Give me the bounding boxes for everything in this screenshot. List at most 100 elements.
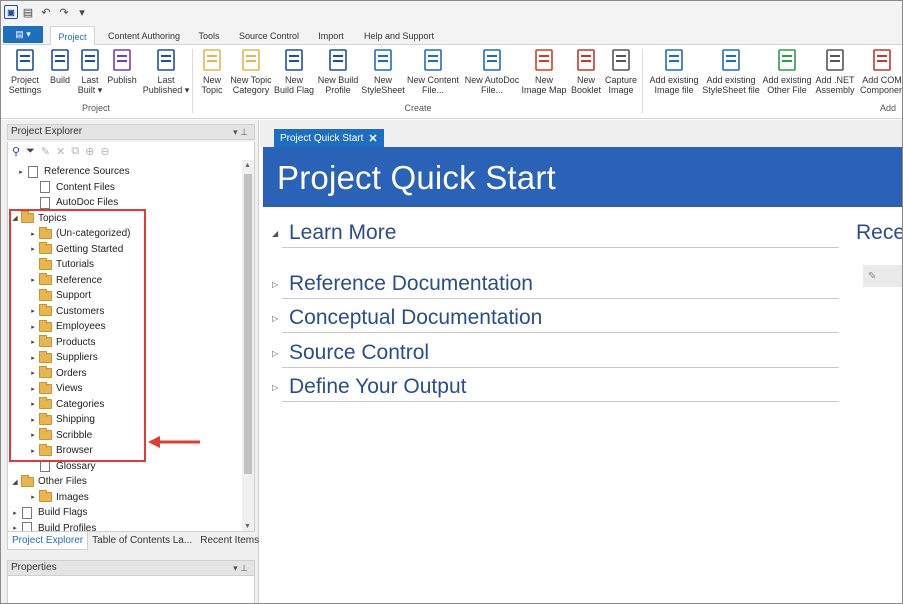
content-files-icon-shape [40,181,50,193]
tree-item[interactable]: ▸ Build Flags [10,505,87,520]
publish-button[interactable]: Publish [105,47,139,85]
add-stylesheet-file-button[interactable]: Add existing StyleSheet file [701,47,761,95]
ribbon-button-label: New Topic Category [230,75,272,95]
section-define-your-output[interactable]: ▷ Define Your Output [272,375,466,399]
add-image-file-button[interactable]: Add existing Image file [647,47,701,95]
edit-icon[interactable]: ✎ [41,145,50,158]
expand-arrow-icon[interactable]: ▸ [16,168,26,176]
tree-item[interactable]: Content Files [28,180,115,195]
expand-triangle-icon[interactable]: ▷ [272,349,289,358]
delete-icon[interactable]: ✕ [56,145,65,158]
expand-triangle-icon[interactable]: ▷ [272,280,289,289]
section-reference-documentation[interactable]: ▷ Reference Documentation [272,272,533,296]
save-icon[interactable]: ▤ [20,4,36,20]
quick-access-toolbar: ▣ ▤ ↶ ↷ ▾ [1,1,902,23]
tab-project[interactable]: Project [50,26,95,46]
expand-arrow-icon[interactable]: ▸ [28,493,38,501]
left-panel: Project Explorer ▾ ⊥ ⚲ ⏷ ✎ ✕ ⧉ ⊕ ⊖ ▸ Refe… [1,120,259,603]
expand-triangle-icon[interactable]: ▷ [272,314,289,323]
new-topic-category-button[interactable]: New Topic Category [227,47,275,95]
redo-icon[interactable]: ↷ [56,4,72,20]
new-build-flag-icon [282,47,306,73]
expand-triangle-icon[interactable]: ▷ [272,383,289,392]
move-up-icon[interactable]: ⊕ [85,145,94,158]
scroll-down-icon[interactable]: ▼ [244,523,251,530]
expand-arrow-icon[interactable]: ▸ [10,509,20,517]
tab-project-explorer[interactable]: Project Explorer [7,532,89,550]
build-button[interactable]: Build [45,47,75,85]
group-label-add: Add [879,103,896,113]
add-com-component-button[interactable]: Add COM Componen [857,47,903,95]
capture-image-icon [609,47,633,73]
undo-icon[interactable]: ↶ [38,4,54,20]
close-icon[interactable]: ✕ [368,132,377,145]
collapse-triangle-icon[interactable]: ◢ [272,229,289,238]
tree-item[interactable]: ◢ Other Files [10,474,87,489]
capture-image-button[interactable]: Capture Image [604,47,638,95]
new-content-file-icon [421,47,445,73]
section-source-control[interactable]: ▷ Source Control [272,341,429,365]
app-icon[interactable]: ▣ [4,5,18,19]
properties-header: Properties ▾ ⊥ [7,560,255,576]
tree-scrollbar[interactable]: ▲ ▼ [242,160,254,531]
ribbon-button-label: Add COM Componen [859,75,903,95]
panel-pin-icon[interactable]: ▾ ⊥ [233,125,248,139]
add-net-assembly-button[interactable]: Add .NET Assembly [814,47,856,95]
customize-qat-icon[interactable]: ▾ [74,4,90,20]
last-built-button[interactable]: Last Built ▾ [76,47,104,95]
build-profiles-icon [20,522,34,531]
search-icon[interactable]: ⚲ [12,145,20,158]
new-build-flag-button[interactable]: New Build Flag [274,47,314,95]
copy-icon[interactable]: ⧉ [71,145,79,158]
tab-source-control[interactable]: Source Control [235,26,303,45]
file-menu-button[interactable]: ▤ ▾ [3,26,43,43]
ribbon-button-label: New AutoDoc File... [464,75,520,95]
new-topic-button[interactable]: New Topic [197,47,227,95]
expand-arrow-icon[interactable]: ▸ [10,524,20,531]
add-image-file-icon [662,47,686,73]
scroll-up-icon[interactable]: ▲ [244,162,251,169]
folder-icon-shape [20,474,34,487]
section-divider [282,298,839,299]
edit-recent-button[interactable]: ✎ [863,265,902,287]
tree-item[interactable]: ▸ Reference Sources [16,164,130,179]
new-autodoc-file-button[interactable]: New AutoDoc File... [463,47,521,95]
tab-tools[interactable]: Tools [194,26,224,45]
add-other-file-button[interactable]: Add existing Other File [760,47,814,95]
expand-arrow-icon[interactable]: ◢ [10,478,20,486]
build-flags-icon-shape [22,506,32,519]
new-booklet-button[interactable]: New Booklet [569,47,603,95]
section-divider [282,247,839,248]
new-content-file-button[interactable]: New Content File... [406,47,460,95]
last-published-button[interactable]: Last Published ▾ [141,47,191,95]
new-image-map-button[interactable]: New Image Map [521,47,567,95]
section-conceptual-documentation[interactable]: ▷ Conceptual Documentation [272,306,542,330]
application-window: ▣ ▤ ↶ ↷ ▾ ▤ ▾ Project Content Authoring … [0,0,903,604]
tab-project-quick-start[interactable]: Project Quick Start ✕ [274,129,384,147]
new-stylesheet-button[interactable]: New StyleSheet [360,47,406,95]
tree-item[interactable]: ▸ Build Profiles [10,521,96,531]
ribbon-button-label: Add existing Image file [649,75,699,95]
tree-item[interactable]: ▸ Images [28,490,89,505]
scrollbar-thumb[interactable] [244,174,252,474]
tab-content-authoring[interactable]: Content Authoring [102,26,186,45]
tab-help-and-support[interactable]: Help and Support [360,26,438,45]
properties-panel [7,576,255,603]
tree-item[interactable]: AutoDoc Files [28,195,118,210]
section-title: Conceptual Documentation [289,306,543,329]
properties-pin-icon[interactable]: ▾ ⊥ [233,561,248,575]
new-build-profile-button[interactable]: New Build Profile [314,47,362,95]
move-down-icon[interactable]: ⊖ [100,145,109,158]
project-settings-button[interactable]: Project Settings [3,47,47,95]
new-booklet-icon [574,47,598,73]
section-learn-more[interactable]: ◢ Learn More [272,221,396,245]
last-published-icon [154,47,178,73]
filter-icon[interactable]: ⏷ [26,145,35,158]
tab-table-of-contents[interactable]: Table of Contents La... [88,532,196,550]
tab-recent-items[interactable]: Recent Items [196,532,263,550]
add-stylesheet-file-icon [719,47,743,73]
add-com-component-icon [870,47,894,73]
build-icon [48,47,72,73]
new-image-map-icon [532,47,556,73]
tab-import[interactable]: Import [313,26,349,45]
